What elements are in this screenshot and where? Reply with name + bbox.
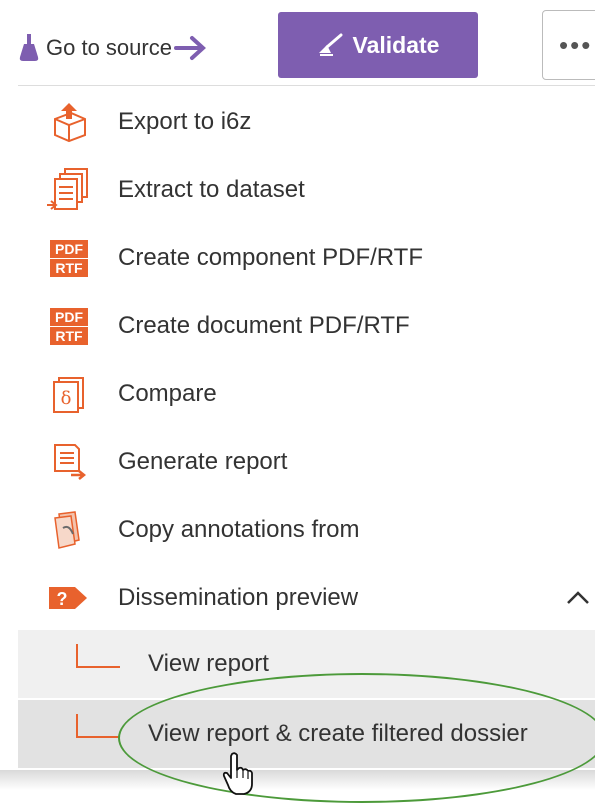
menu-item-label: Compare	[118, 380, 217, 407]
export-box-icon	[46, 99, 92, 145]
menu-item-create-component-pdf[interactable]: PDF RTF Create component PDF/RTF	[18, 224, 595, 292]
dissemination-question-icon: ?	[46, 575, 92, 621]
menu-item-label: Dissemination preview	[118, 584, 359, 611]
arrow-right-icon	[173, 36, 206, 60]
toolbar: Go to source Validate •••	[0, 0, 595, 85]
tree-connector	[76, 714, 120, 738]
copy-annotations-icon	[46, 507, 92, 553]
compare-delta-icon: δ	[46, 371, 92, 417]
validate-label: Validate	[352, 31, 440, 58]
pdf-rtf-icon: PDF RTF	[46, 303, 92, 349]
menu-item-label: Copy annotations from	[118, 516, 360, 543]
menu-item-extract-dataset[interactable]: Extract to dataset	[18, 156, 595, 224]
menu-divider	[18, 85, 595, 86]
menu-item-label: Generate report	[118, 448, 288, 475]
menu-item-label: Extract to dataset	[118, 176, 305, 203]
pdf-badge-bottom: RTF	[50, 259, 88, 277]
extract-documents-icon	[46, 167, 92, 213]
pdf-badge-top: PDF	[50, 308, 88, 326]
go-to-source-label: Go to source	[46, 35, 172, 60]
more-options-label: •••	[559, 29, 593, 60]
menu-item-export-i6z[interactable]: Export to i6z	[18, 88, 595, 156]
more-options-button[interactable]: •••	[542, 10, 595, 80]
svg-text:?: ?	[57, 589, 68, 609]
pdf-badge-top: PDF	[50, 240, 88, 258]
menu-item-generate-report[interactable]: Generate report	[18, 428, 595, 496]
report-icon	[46, 439, 92, 485]
menu-item-create-document-pdf[interactable]: PDF RTF Create document PDF/RTF	[18, 292, 595, 360]
highlight-ellipse	[118, 673, 595, 803]
menu-item-copy-annotations[interactable]: Copy annotations from	[18, 496, 595, 564]
menu-item-label: Export to i6z	[118, 108, 252, 135]
hand-pointer-icon	[222, 752, 253, 795]
menu-item-dissemination-preview[interactable]: ? Dissemination preview	[18, 564, 595, 632]
pdf-rtf-icon: PDF RTF	[46, 235, 92, 281]
menu-item-label: Create component PDF/RTF	[118, 244, 424, 271]
tree-connector	[76, 644, 120, 668]
menu-item-label: Create document PDF/RTF	[118, 312, 410, 339]
menu-item-compare[interactable]: δ Compare	[18, 360, 595, 428]
svg-text:δ: δ	[61, 388, 72, 409]
submenu-item-label: View report	[148, 650, 269, 677]
pdf-badge-bottom: RTF	[50, 327, 88, 345]
validate-button[interactable]: Validate	[278, 12, 478, 78]
chevron-up-icon[interactable]	[566, 585, 590, 611]
validate-brush-icon	[318, 33, 343, 56]
flask-icon	[19, 34, 39, 61]
go-to-source-link[interactable]: Go to source	[18, 28, 208, 68]
